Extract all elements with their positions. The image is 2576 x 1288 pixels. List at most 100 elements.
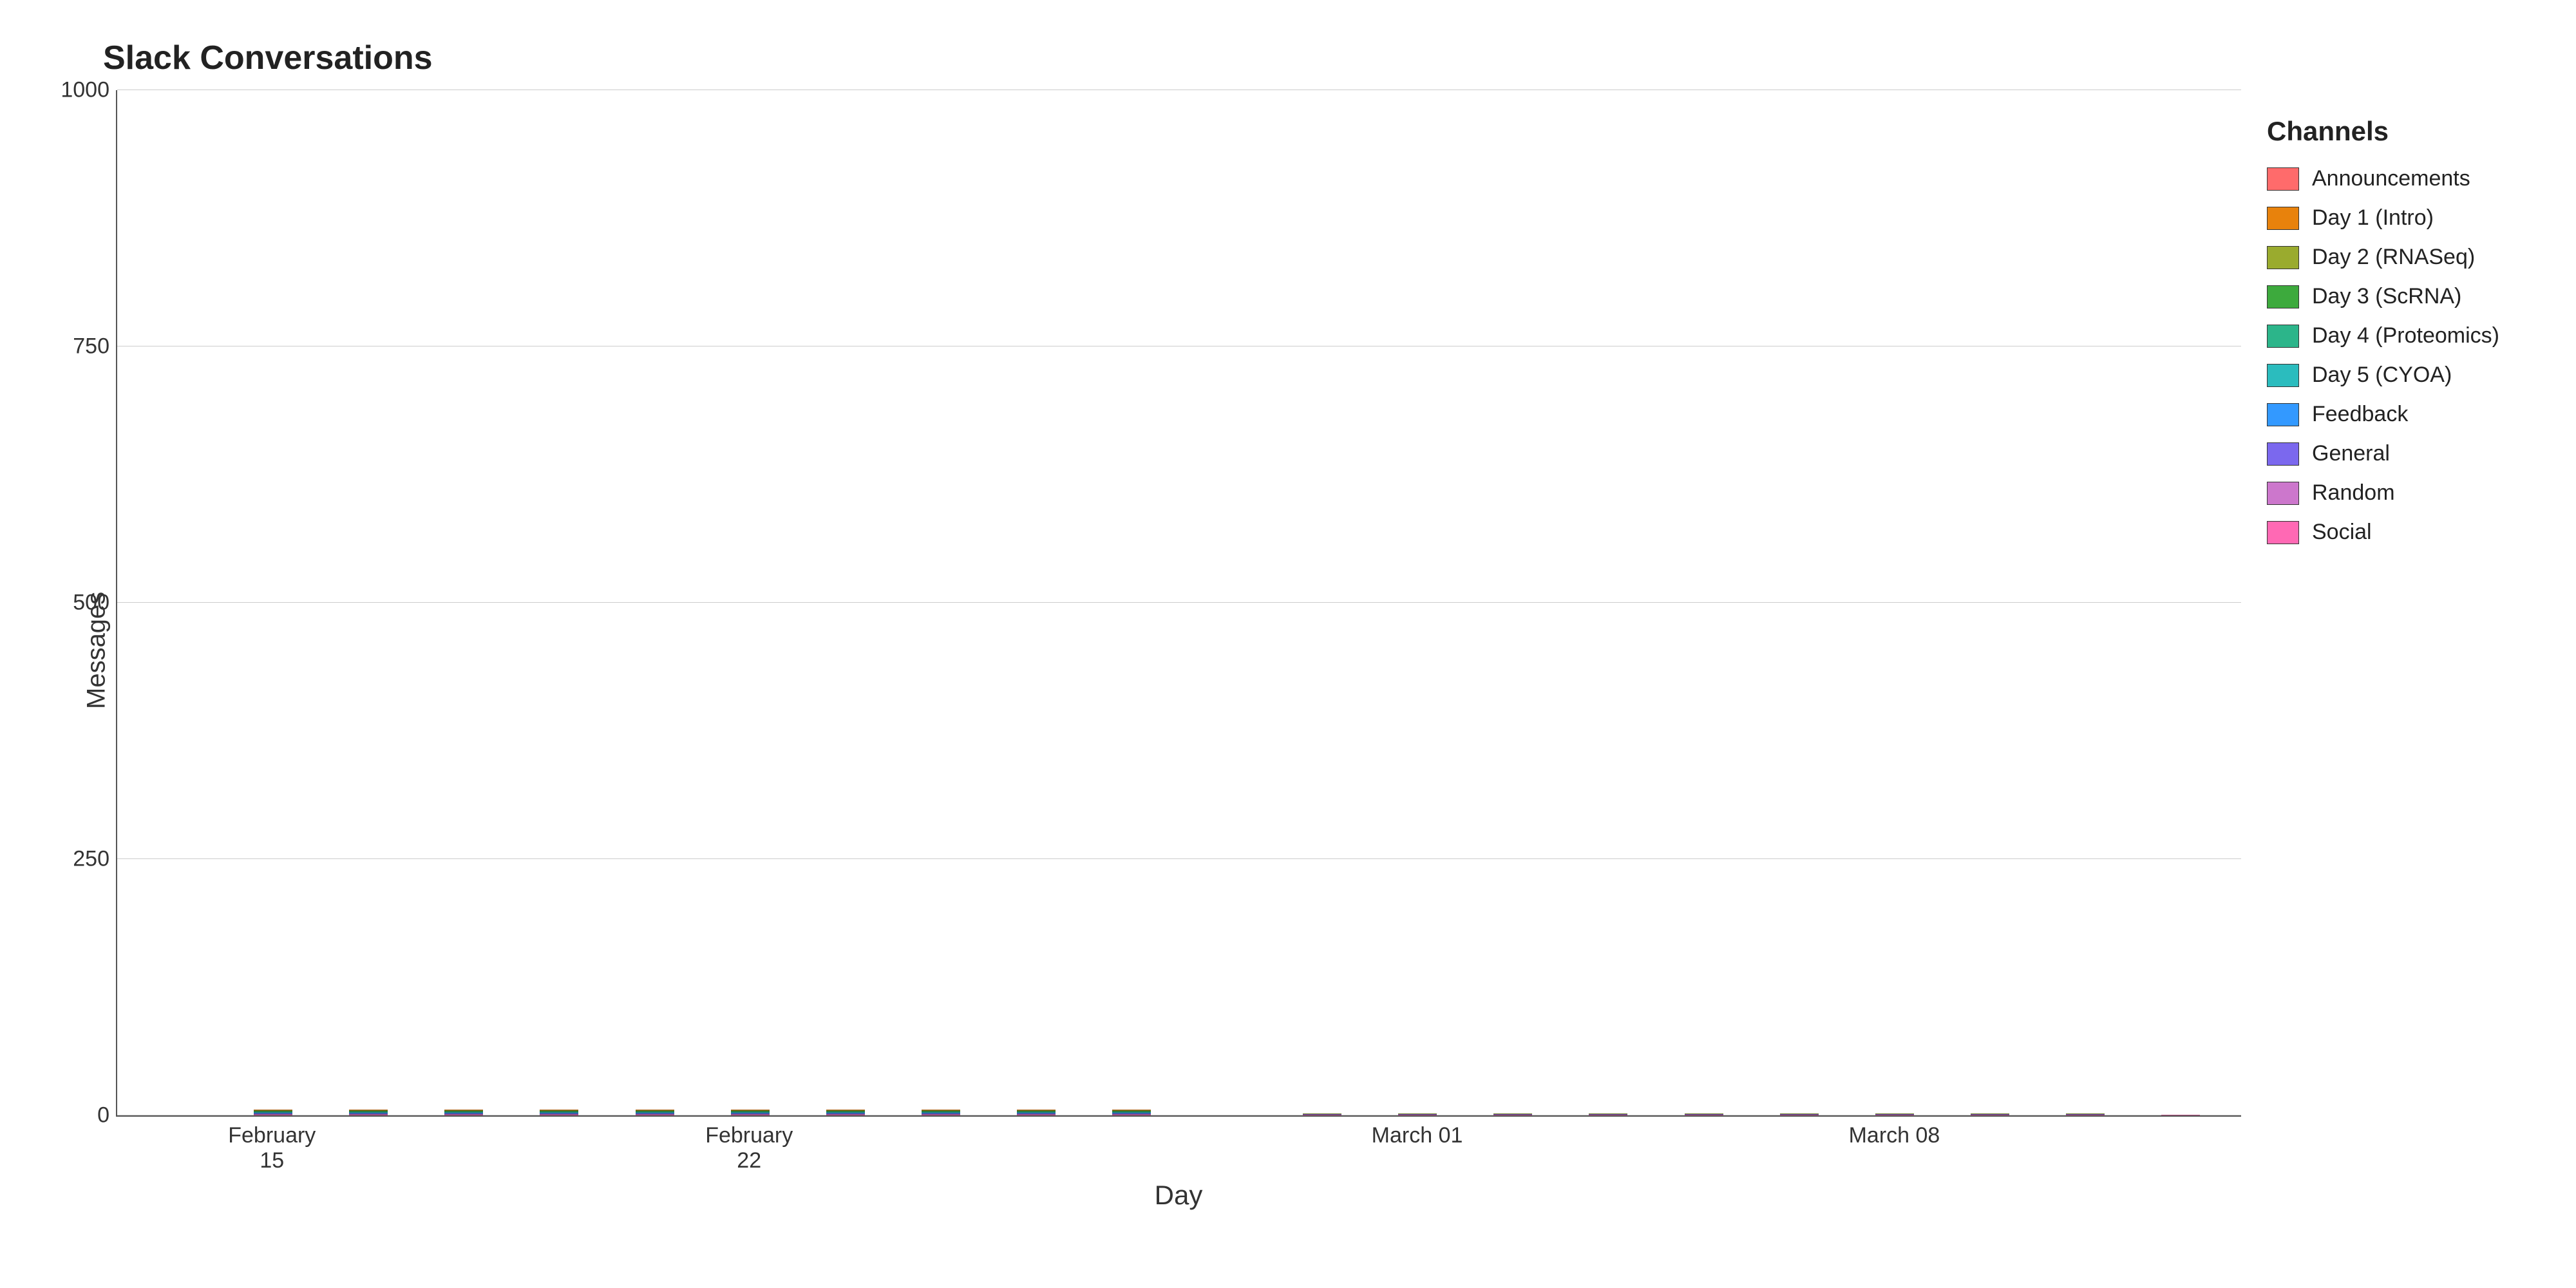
x-tick-group — [606, 1123, 701, 1173]
bar-stack[interactable] — [1017, 1110, 1056, 1115]
x-tick-group — [2133, 1123, 2228, 1173]
x-axis-labels: February 15 February 22 March 01 March 08 — [116, 1123, 2241, 1173]
day-group — [225, 1110, 321, 1115]
bar-stack[interactable] — [731, 1110, 770, 1115]
x-tick-group — [415, 1123, 511, 1173]
x-tick-group — [1083, 1123, 1179, 1173]
bar-stack[interactable] — [2066, 1113, 2105, 1115]
day-group — [607, 1110, 702, 1115]
y-tick-label: 1000 — [61, 78, 109, 103]
bar-stack[interactable] — [1398, 1113, 1437, 1115]
legend-label: General — [2312, 441, 2390, 466]
bar-stack[interactable] — [1780, 1113, 1819, 1115]
legend-label: Announcements — [2312, 166, 2470, 191]
y-tick-label: 250 — [73, 847, 109, 872]
plot-wrapper: 02505007501000 February 15 February 22 Mar… — [116, 90, 2241, 1211]
legend-swatch — [2267, 285, 2299, 308]
day-group — [703, 1110, 798, 1115]
bar-stack[interactable] — [922, 1110, 960, 1115]
day-group — [989, 1110, 1084, 1115]
day-group — [798, 1110, 893, 1115]
x-tick-group: February 22 — [701, 1123, 797, 1173]
x-tick-group: March 08 — [1846, 1123, 1942, 1173]
day-group — [1274, 1113, 1370, 1115]
bar-stack[interactable] — [636, 1110, 674, 1115]
legend-swatch — [2267, 167, 2299, 191]
plot-inner: 02505007501000 — [116, 90, 2241, 1117]
bar-stack[interactable] — [349, 1110, 388, 1115]
x-tick-group — [129, 1123, 224, 1173]
legend-item: Feedback — [2267, 402, 2537, 427]
x-tick-label: March 01 — [1372, 1123, 1463, 1173]
legend-title: Channels — [2267, 116, 2537, 147]
x-tick-label: February 15 — [224, 1123, 319, 1173]
bar-stack[interactable] — [540, 1110, 578, 1115]
legend: Channels Announcements Day 1 (Intro) Day… — [2241, 90, 2550, 1211]
legend-item: Day 1 (Intro) — [2267, 205, 2537, 231]
day-group — [1942, 1113, 2038, 1115]
y-tick-label: 750 — [73, 334, 109, 359]
x-tick-group — [319, 1123, 415, 1173]
bar-stack[interactable] — [826, 1110, 865, 1115]
x-tick-group — [893, 1123, 988, 1173]
bar-stack[interactable] — [1875, 1113, 1914, 1115]
legend-item: Random — [2267, 480, 2537, 506]
x-axis-title: Day — [116, 1180, 2241, 1211]
chart-title: Slack Conversations — [103, 39, 2550, 77]
bar-stack[interactable] — [444, 1110, 483, 1115]
legend-label: Social — [2312, 520, 2372, 545]
day-group — [1560, 1113, 1656, 1115]
legend-item: Social — [2267, 520, 2537, 545]
bar-stack[interactable] — [1303, 1113, 1341, 1115]
day-group — [1465, 1113, 1560, 1115]
bar-stack[interactable] — [1971, 1113, 2009, 1115]
legend-label: Day 3 (ScRNA) — [2312, 284, 2461, 309]
legend-label: Day 4 (Proteomics) — [2312, 323, 2499, 348]
y-axis-label: Messages — [77, 90, 116, 1211]
bar-stack[interactable] — [1685, 1113, 1723, 1115]
legend-item: Day 2 (RNASeq) — [2267, 245, 2537, 270]
legend-label: Day 1 (Intro) — [2312, 205, 2434, 231]
day-group — [1752, 1113, 1847, 1115]
legend-swatch — [2267, 364, 2299, 387]
day-group — [2038, 1113, 2133, 1115]
x-tick-group — [1179, 1123, 1274, 1173]
x-tick-group — [1751, 1123, 1846, 1173]
x-tick-group — [1942, 1123, 2038, 1173]
x-tick-label: March 08 — [1849, 1123, 1940, 1173]
day-group — [511, 1110, 607, 1115]
legend-item: Day 3 (ScRNA) — [2267, 284, 2537, 309]
legend-swatch — [2267, 207, 2299, 230]
x-tick-group — [1465, 1123, 1560, 1173]
x-tick-group: March 01 — [1369, 1123, 1464, 1173]
legend-label: Day 2 (RNASeq) — [2312, 245, 2475, 270]
plot-and-legend: 02505007501000 February 15 February 22 Mar… — [116, 90, 2550, 1211]
bar-stack[interactable] — [1112, 1110, 1151, 1115]
bar-stack[interactable] — [1493, 1113, 1532, 1115]
day-group — [416, 1110, 511, 1115]
x-tick-group — [1274, 1123, 1369, 1173]
x-tick-group — [1560, 1123, 1656, 1173]
chart-container: Slack Conversations Messages 02505007501… — [0, 0, 2576, 1288]
bar-stack[interactable] — [1589, 1113, 1627, 1115]
y-tick-label: 0 — [97, 1103, 109, 1128]
bar-stack[interactable] — [254, 1110, 292, 1115]
legend-swatch — [2267, 521, 2299, 544]
legend-swatch — [2267, 325, 2299, 348]
legend-item: Announcements — [2267, 166, 2537, 191]
day-group — [893, 1110, 989, 1115]
legend-item: Day 5 (CYOA) — [2267, 363, 2537, 388]
y-tick-label: 500 — [73, 591, 109, 616]
legend-label: Random — [2312, 480, 2395, 506]
legend-swatch — [2267, 442, 2299, 466]
day-group — [1847, 1113, 1942, 1115]
day-group — [1370, 1113, 1465, 1115]
x-tick-group — [511, 1123, 606, 1173]
bars-area — [117, 90, 2241, 1115]
day-group — [1656, 1113, 1752, 1115]
x-tick-group — [797, 1123, 892, 1173]
x-tick-group: February 15 — [224, 1123, 319, 1173]
legend-swatch — [2267, 246, 2299, 269]
day-group — [321, 1110, 416, 1115]
chart-area: Messages 02505007501000 February 15Febru… — [77, 90, 2550, 1211]
